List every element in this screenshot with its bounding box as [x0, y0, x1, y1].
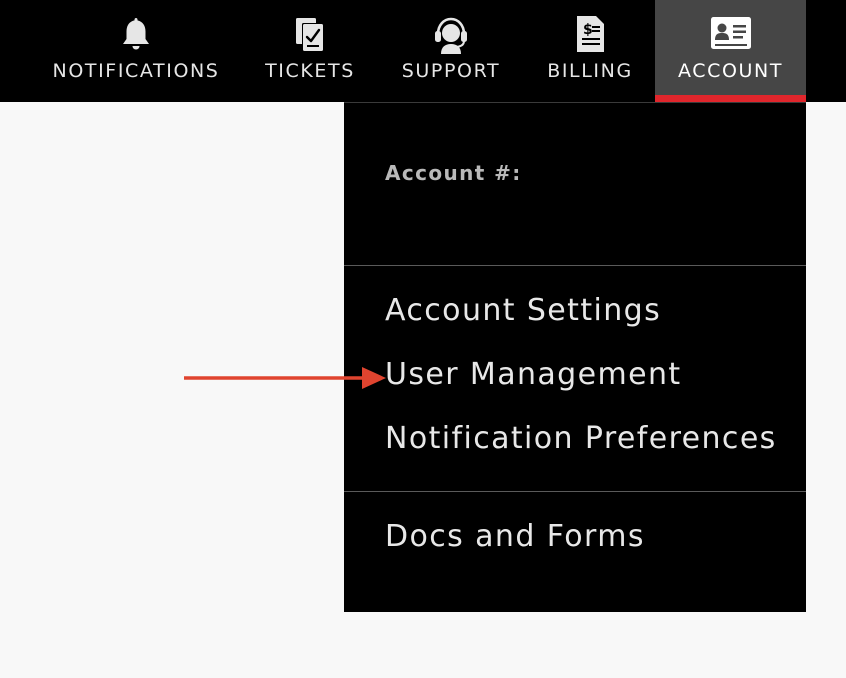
- id-card-icon: [709, 12, 753, 56]
- menu-divider: [344, 265, 806, 266]
- nav-label-account: ACCOUNT: [677, 60, 784, 82]
- active-tab-indicator: [655, 95, 806, 102]
- account-dropdown-menu: Account #: Account Settings User Managem…: [344, 102, 806, 612]
- menu-item-user-management[interactable]: User Management: [385, 357, 682, 392]
- headset-icon: [429, 12, 473, 56]
- account-number-label: Account #:: [385, 161, 522, 185]
- top-navigation-bar: NOTIFICATIONS TICKETS SUPPORT $ BILLING …: [0, 0, 846, 102]
- nav-billing[interactable]: $ BILLING: [534, 0, 646, 102]
- menu-divider: [344, 491, 806, 492]
- nav-tickets[interactable]: TICKETS: [252, 0, 368, 102]
- nav-label-support: SUPPORT: [401, 60, 501, 82]
- menu-item-account-settings[interactable]: Account Settings: [385, 293, 661, 328]
- annotation-arrow-icon: [184, 366, 390, 390]
- nav-label-notifications: NOTIFICATIONS: [52, 60, 220, 82]
- svg-text:$: $: [583, 22, 593, 38]
- menu-item-notification-preferences[interactable]: Notification Preferences: [385, 421, 777, 456]
- invoice-icon: $: [568, 12, 612, 56]
- nav-notifications[interactable]: NOTIFICATIONS: [40, 0, 232, 102]
- bell-icon: [114, 12, 158, 56]
- nav-label-tickets: TICKETS: [265, 60, 355, 82]
- tickets-icon: [288, 12, 332, 56]
- nav-support[interactable]: SUPPORT: [388, 0, 514, 102]
- menu-item-docs-and-forms[interactable]: Docs and Forms: [385, 519, 645, 554]
- nav-account[interactable]: ACCOUNT: [655, 0, 806, 102]
- nav-label-billing: BILLING: [547, 60, 633, 82]
